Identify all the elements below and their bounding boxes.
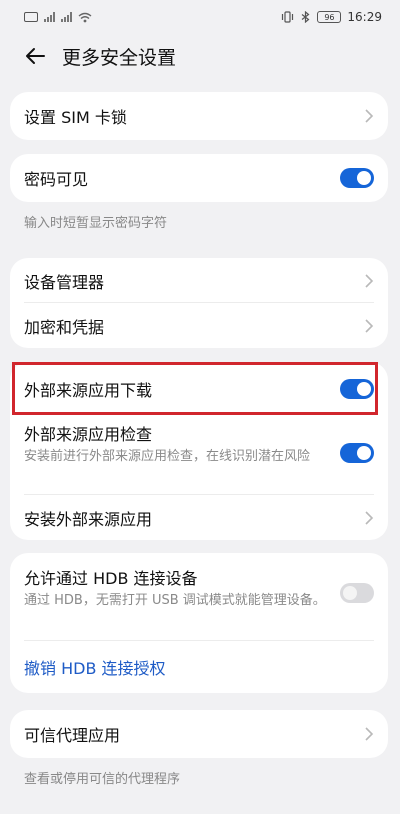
sim-icon <box>24 12 38 22</box>
external-check-label: 外部来源应用检查 <box>24 425 153 444</box>
hdb-card: 允许通过 HDB 连接设备 通过 HDB，无需打开 USB 调试模式就能管理设备… <box>10 553 388 693</box>
app-header: 更多安全设置 <box>0 34 400 78</box>
device-manager-row[interactable]: 设备管理器 <box>10 258 388 303</box>
device-card: 设备管理器 加密和凭据 <box>10 258 388 348</box>
sim-lock-row[interactable]: 设置 SIM 卡锁 <box>10 92 388 140</box>
trust-agents-label: 可信代理应用 <box>24 726 121 745</box>
install-external-row[interactable]: 安装外部来源应用 <box>10 495 388 540</box>
external-check-desc: 安装前进行外部来源应用检查，在线识别潜在风险 <box>24 449 311 464</box>
password-visible-row[interactable]: 密码可见 <box>10 154 388 202</box>
wifi-icon <box>78 12 92 22</box>
hdb-toggle[interactable] <box>340 583 374 604</box>
external-check-toggle[interactable] <box>340 443 374 464</box>
sim-lock-card: 设置 SIM 卡锁 <box>10 92 388 140</box>
trust-agents-card: 可信代理应用 <box>10 710 388 758</box>
status-bar: 96 16:29 <box>0 0 400 34</box>
back-arrow-icon <box>26 48 45 64</box>
chevron-right-icon <box>365 318 374 333</box>
sim-lock-label: 设置 SIM 卡锁 <box>24 108 127 127</box>
back-button[interactable] <box>22 43 48 69</box>
status-left <box>24 12 92 23</box>
battery-icon: 96 <box>317 11 342 23</box>
bluetooth-icon <box>302 11 310 23</box>
chevron-right-icon <box>365 273 374 288</box>
install-external-label: 安装外部来源应用 <box>24 509 153 529</box>
device-manager-label: 设备管理器 <box>24 272 105 292</box>
encryption-label: 加密和凭据 <box>24 317 105 337</box>
hdb-row[interactable]: 允许通过 HDB 连接设备 通过 HDB，无需打开 USB 调试模式就能管理设备… <box>10 553 388 641</box>
external-check-text: 外部来源应用检查 安装前进行外部来源应用检查，在线识别潜在风险 <box>24 421 334 466</box>
hdb-desc: 通过 HDB，无需打开 USB 调试模式就能管理设备。 <box>24 593 326 608</box>
hdb-text: 允许通过 HDB 连接设备 通过 HDB，无需打开 USB 调试模式就能管理设备… <box>24 565 340 610</box>
trust-agents-note: 查看或停用可信的代理程序 <box>24 772 181 787</box>
status-right: 96 16:29 <box>281 10 382 24</box>
hdb-label: 允许通过 HDB 连接设备 <box>24 569 198 588</box>
chevron-right-icon <box>365 109 374 123</box>
password-visible-toggle[interactable] <box>340 168 374 188</box>
password-visible-label: 密码可见 <box>24 170 89 189</box>
external-check-row[interactable]: 外部来源应用检查 安装前进行外部来源应用检查，在线识别潜在风险 <box>10 415 388 495</box>
clock: 16:29 <box>347 10 382 24</box>
password-visible-card: 密码可见 <box>10 154 388 202</box>
password-visible-note: 输入时短暂显示密码字符 <box>24 216 168 231</box>
encryption-row[interactable]: 加密和凭据 <box>10 303 388 348</box>
signal-icon <box>44 12 55 22</box>
page-title: 更多安全设置 <box>62 46 177 69</box>
trust-agents-row[interactable]: 可信代理应用 <box>10 710 388 758</box>
vibrate-icon <box>282 11 294 23</box>
chevron-right-icon <box>365 510 374 525</box>
signal-2-icon <box>61 12 72 22</box>
chevron-right-icon <box>365 727 374 741</box>
revoke-hdb-link[interactable]: 撤销 HDB 连接授权 <box>24 655 166 679</box>
revoke-hdb-row[interactable]: 撤销 HDB 连接授权 <box>10 641 388 693</box>
highlight-frame <box>12 362 378 415</box>
